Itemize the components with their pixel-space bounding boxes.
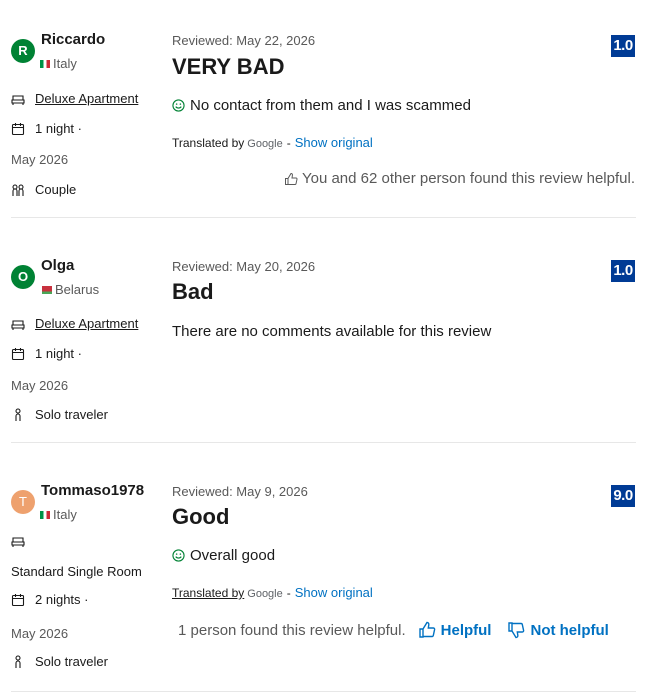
thumbs-up-icon[interactable] [284,172,298,186]
translated-by-label: Translated by [172,586,245,600]
google-logo: Google [247,588,283,600]
show-original-link[interactable]: Show original [295,135,373,150]
room-type: Deluxe Apartment [11,91,138,106]
room-link[interactable]: Deluxe Apartment [35,91,138,106]
calendar-icon [11,122,25,136]
translation-info: Translated by Google - Show original [172,585,373,600]
review-card: R Riccardo Italy Deluxe Apartment 1 nigh… [0,0,652,218]
review-divider [11,691,636,692]
person-icon [11,407,25,422]
nights-label: 1 night · [35,121,82,136]
country-label: Italy [53,56,77,71]
bed-icon [11,534,25,548]
traveler-type: Solo traveler [11,407,108,422]
nights-label: 1 night · [35,346,82,361]
traveler-type-label: Solo traveler [35,654,108,669]
helpful-text: You and 62 other person found this revie… [301,170,635,187]
room-icon-line [11,534,35,548]
not-helpful-label: Not helpful [530,621,609,639]
reviewer-name: Riccardo [41,31,106,48]
review-positive: No contact from them and I was scammed [172,97,471,114]
belarus-flag-icon [40,285,52,294]
review-text: Overall good [190,547,276,564]
traveler-type-label: Couple [35,182,77,197]
calendar-icon [11,593,25,607]
stay-date: May 2026 [11,378,69,393]
stay-length: 1 night · [11,346,82,361]
nights-label: 2 nights · [35,592,89,607]
helpful-controls: 1 person found this review helpful. Help… [178,621,625,639]
bed-icon [11,317,25,331]
helpful-status: You and 62 other person found this revie… [284,170,635,187]
review-positive: Overall good [172,547,275,564]
review-card: T Tommaso1978 Italy Standard Single Room… [0,443,652,700]
helpful-count: 1 person found this review helpful. [178,621,406,639]
review-text: There are no comments available for this… [172,323,492,340]
traveler-type: Solo traveler [11,654,108,669]
translated-by-label: Translated by [172,136,245,150]
room-type: Deluxe Apartment [11,316,138,331]
reviewer-country: Belarus [40,282,99,297]
reviewer-country: Italy [40,56,77,71]
traveler-type-label: Solo traveler [35,407,108,422]
reviewer-name: Tommaso1978 [41,482,145,499]
thumbs-up-icon [418,621,435,638]
bed-icon [11,92,25,106]
review-title: Good [172,504,230,529]
review-title: VERY BAD [172,54,285,79]
smile-icon [172,549,185,562]
country-label: Belarus [55,282,100,297]
review-title: Bad [172,279,214,304]
avatar[interactable]: O [11,265,35,289]
review-score: 9.0 [611,485,635,507]
italy-flag-icon [40,510,50,519]
review-text: No contact from them and I was scammed [190,97,471,114]
stay-date: May 2026 [11,152,69,167]
person-icon [11,654,25,669]
italy-flag-icon [40,59,50,68]
reviewer-name: Olga [41,257,75,274]
room-type[interactable]: Standard Single Room [11,564,142,579]
room-link[interactable]: Deluxe Apartment [35,316,138,331]
review-date: Reviewed: May 20, 2026 [172,259,316,274]
stay-date: May 2026 [11,626,69,641]
not-helpful-button[interactable]: Not helpful [507,621,609,639]
review-date: Reviewed: May 22, 2026 [172,33,316,48]
country-label: Italy [53,507,77,522]
helpful-button[interactable]: Helpful [418,621,492,639]
thumbs-down-icon [508,622,525,639]
show-original-link[interactable]: Show original [295,585,373,600]
smile-icon [172,99,185,112]
review-score: 1.0 [611,260,635,282]
review-card: O Olga Belarus Deluxe Apartment 1 night … [0,218,652,443]
calendar-icon [11,347,25,361]
review-score: 1.0 [611,35,635,57]
traveler-type: Couple [11,182,76,197]
stay-length: 1 night · [11,121,82,136]
translation-info: Translated by Google - Show original [172,135,373,150]
helpful-label: Helpful [440,621,492,639]
avatar[interactable]: T [11,490,35,514]
separator: - [286,136,291,150]
reviewer-country: Italy [40,507,77,522]
avatar[interactable]: R [11,39,35,63]
stay-length: 2 nights · [11,592,88,607]
review-date: Reviewed: May 9, 2026 [172,484,308,499]
group-icon [11,183,25,197]
google-logo: Google [247,138,283,150]
separator: - [286,586,291,600]
